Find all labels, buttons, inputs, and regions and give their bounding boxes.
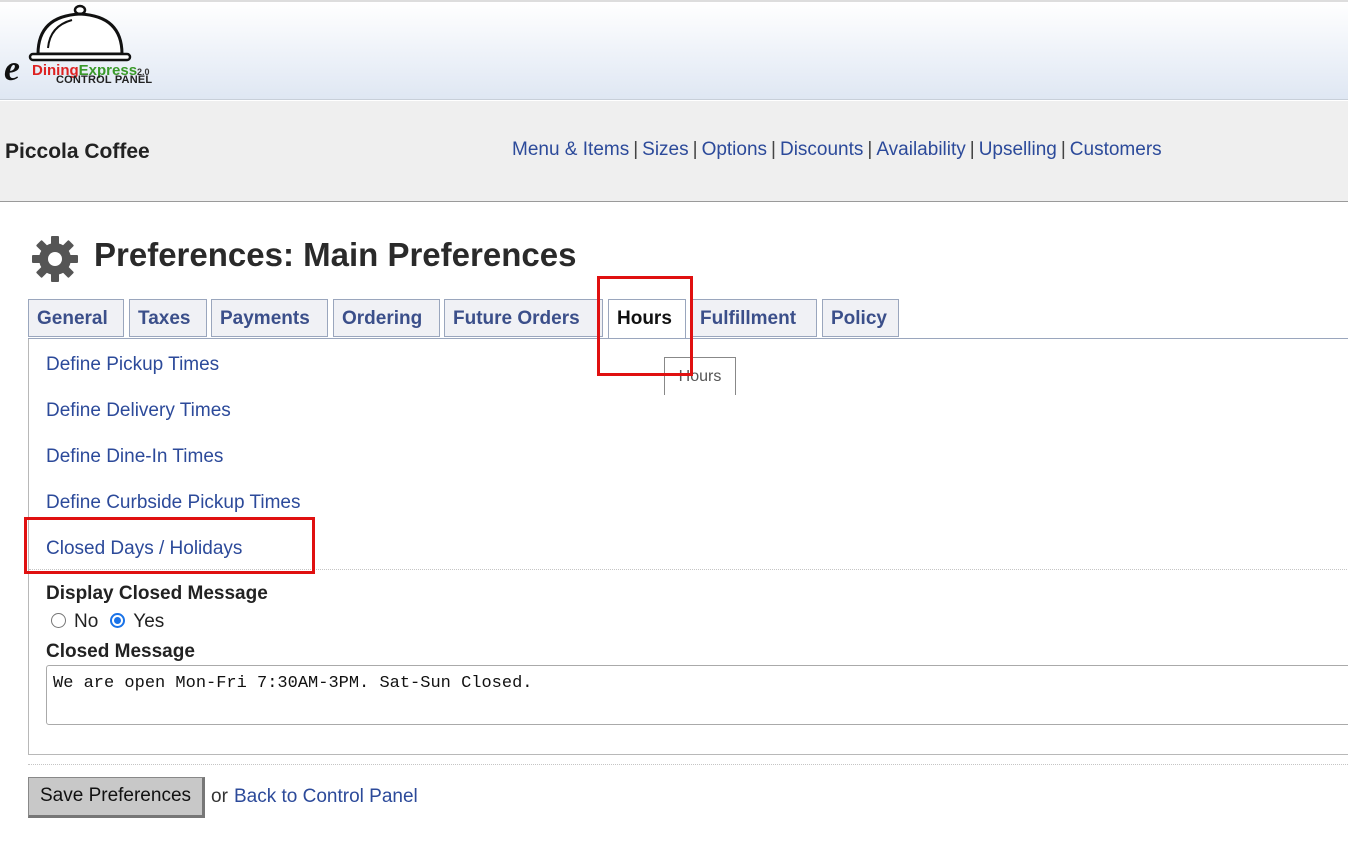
nav-customers[interactable]: Customers [1070,139,1162,160]
define-pickup-times-link[interactable]: Define Pickup Times [46,354,219,376]
tab-general[interactable]: General [28,299,124,337]
nav-sizes[interactable]: Sizes [642,139,688,160]
header-bar: e DiningExpress2.0 CONTROL PANEL [0,0,1348,100]
nav-upselling[interactable]: Upselling [979,139,1057,160]
nav-options[interactable]: Options [702,139,767,160]
tab-hours[interactable]: Hours [608,299,686,339]
gear-icon [30,234,80,284]
tab-policy[interactable]: Policy [822,299,899,337]
save-preferences-button[interactable]: Save Preferences [28,777,205,818]
hours-tooltip: Hours [664,357,736,395]
tab-fulfillment[interactable]: Fulfillment [691,299,817,337]
top-nav: Menu & Items|Sizes|Options|Discounts|Ava… [512,139,1162,161]
closed-days-holidays-link[interactable]: Closed Days / Holidays [46,538,242,560]
footer-divider [28,764,1348,765]
radio-yes-label: Yes [133,611,164,632]
define-curbside-pickup-times-link[interactable]: Define Curbside Pickup Times [46,492,301,514]
cloche-icon [28,4,138,68]
display-closed-radio-group: No Yes [51,611,176,633]
radio-yes[interactable] [110,613,125,628]
display-closed-message-label: Display Closed Message [46,583,268,605]
back-to-control-panel-link[interactable]: Back to Control Panel [234,786,418,808]
nav-menu-items[interactable]: Menu & Items [512,139,629,160]
closed-message-textarea[interactable]: We are open Mon-Fri 7:30AM-3PM. Sat-Sun … [46,665,1348,725]
edining-express-logo[interactable]: e DiningExpress2.0 CONTROL PANEL [2,4,182,100]
store-name: Piccola Coffee [5,140,150,164]
tab-future-orders[interactable]: Future Orders [444,299,603,337]
hours-panel: Define Pickup Times Define Delivery Time… [28,339,1348,755]
tab-ordering[interactable]: Ordering [333,299,440,337]
tab-payments[interactable]: Payments [211,299,328,337]
page-title: Preferences: Main Preferences [94,236,576,274]
nav-discounts[interactable]: Discounts [780,139,863,160]
define-dine-in-times-link[interactable]: Define Dine-In Times [46,446,223,468]
nav-availability[interactable]: Availability [876,139,965,160]
tab-taxes[interactable]: Taxes [129,299,207,337]
closed-message-label: Closed Message [46,641,195,663]
define-delivery-times-link[interactable]: Define Delivery Times [46,400,231,422]
section-divider [29,569,1348,570]
nav-band: Piccola Coffee Menu & Items|Sizes|Option… [0,101,1348,202]
radio-no-label: No [74,611,98,632]
logo-e: e [4,50,20,86]
radio-no[interactable] [51,613,66,628]
logo-subtitle: CONTROL PANEL [56,74,152,86]
or-text: or [211,786,228,808]
